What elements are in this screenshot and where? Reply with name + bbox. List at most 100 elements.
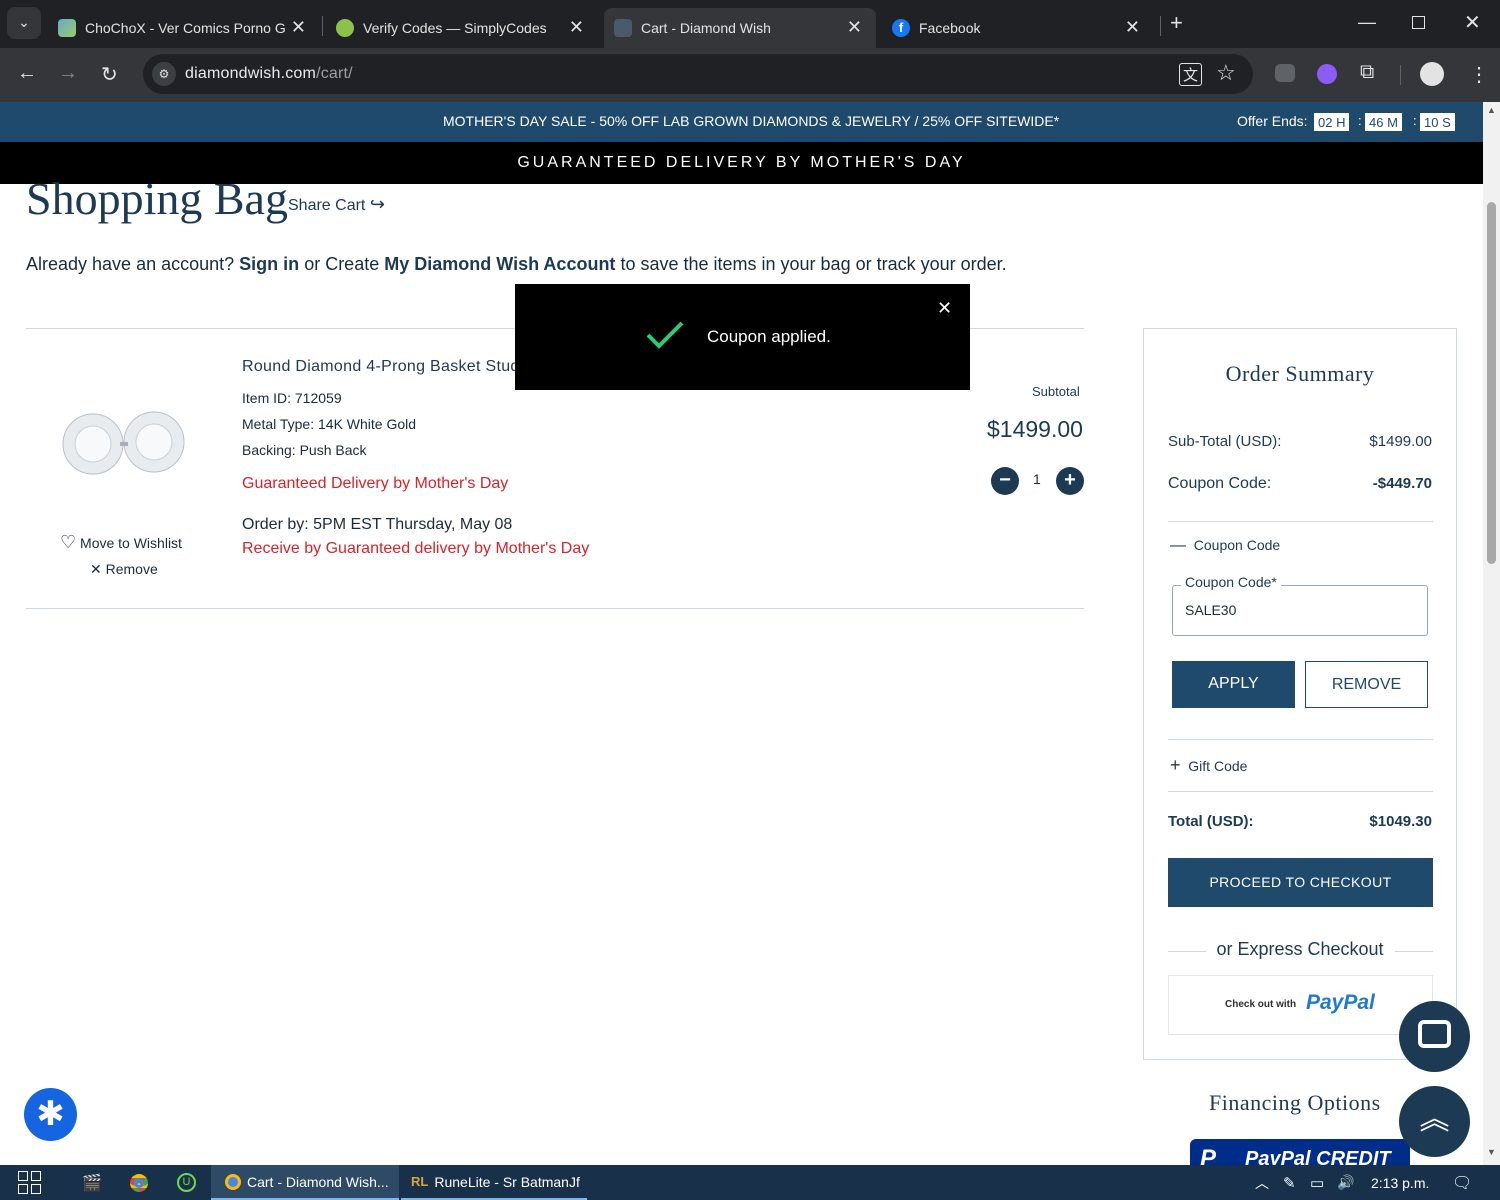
coupon-field-value[interactable]: SALE30 [1185,602,1236,618]
tab-facebook[interactable]: f Facebook ✕ [882,8,1154,48]
clock-time[interactable]: 2:13 p.m. [1371,1165,1429,1200]
bookmark-star-icon[interactable]: ☆ [1216,60,1236,86]
countdown-hours: 02 H [1313,112,1351,132]
share-cart-label: Share Cart [288,197,366,214]
address-bar[interactable]: ⚙ diamondwish.com/cart/ 文 ☆ [143,54,1253,94]
coupon-input-box[interactable]: Coupon Code* SALE30 [1172,574,1428,636]
scroll-up-arrow-icon[interactable]: ▲ [1487,105,1496,115]
url-path: /cart/ [316,65,353,82]
close-tab-icon[interactable]: ✕ [847,17,862,38]
quantity-value[interactable]: 1 [1033,471,1041,487]
page-scrollbar[interactable]: ▲ ▼ [1483,102,1500,1165]
close-toast-icon[interactable]: ✕ [937,298,952,319]
paypal-checkout-button[interactable]: Check out with PayPal [1168,975,1433,1035]
page-content: MOTHER'S DAY SALE - 50% OFF LAB GROWN DI… [0,102,1483,1165]
site-info-icon[interactable]: ⚙ [152,62,176,86]
sign-in-link[interactable]: Sign in [239,254,299,274]
express-divider-right [1395,951,1433,952]
subtotal-label: Sub-Total (USD): [1168,433,1282,450]
tab-divider [322,16,323,36]
os-taskbar: 🎬 U Cart - Diamond Wish... RL RuneLite -… [0,1165,1500,1200]
taskbar-item-chrome[interactable]: Cart - Diamond Wish... [211,1165,399,1200]
decrease-quantity-button[interactable]: − [991,467,1019,495]
coupon-field-label: Coupon Code* [1181,574,1281,590]
close-icon: ✕ [90,561,102,577]
chrome-icon [225,1173,241,1190]
forward-arrow-icon[interactable]: → [58,62,78,85]
countdown-separator: : [1358,113,1362,128]
increase-quantity-button[interactable]: + [1056,467,1084,495]
product-name-link[interactable]: Round Diamond 4-Prong Basket Stud [242,358,520,376]
coupon-section-toggle[interactable]: — Coupon Code [1170,537,1280,555]
tab-chochox[interactable]: ChoChoX - Ver Comics Porno G ✕ [48,8,320,48]
facebook-favicon-icon: f [892,19,910,37]
tab-search-button[interactable]: ⌄ [7,7,41,39]
remove-coupon-button[interactable]: REMOVE [1305,661,1428,708]
countdown-seconds: 10 S [1419,112,1456,132]
upwork-app-icon[interactable]: U [177,1165,196,1200]
minimize-window-icon[interactable]: — [1358,12,1376,33]
plus-icon: + [1170,755,1181,775]
close-window-icon[interactable]: ✕ [1464,10,1481,35]
browser-menu-icon[interactable]: ⋮ [1469,62,1489,87]
extensions-puzzle-icon[interactable]: ⧉ [1360,61,1374,84]
toolbar-divider [1400,65,1401,85]
proceed-to-checkout-button[interactable]: PROCEED TO CHECKOUT [1168,858,1433,907]
move-to-wishlist-button[interactable]: ♡ Move to Wishlist [60,532,182,553]
back-arrow-icon[interactable]: ← [17,62,37,85]
runelite-icon: RL [411,1174,429,1189]
scrollbar-thumb[interactable] [1487,202,1496,564]
chrome-app-icon[interactable] [130,1165,148,1200]
remove-item-button[interactable]: ✕ Remove [90,561,158,578]
total-label: Total (USD): [1168,813,1254,830]
coupon-discount-value: -$449.70 [1372,475,1432,492]
promo-message[interactable]: MOTHER'S DAY SALE - 50% OFF LAB GROWN DI… [443,113,1059,129]
share-cart-link[interactable]: Share Cart ↪ [288,194,385,215]
subtotal-value: $1499.00 [1369,433,1432,450]
express-checkout-label: or Express Checkout [1216,939,1384,959]
tab-title: Facebook [919,20,981,36]
tab-title: ChoChoX - Ver Comics Porno G [85,20,286,36]
close-tab-icon[interactable]: ✕ [1125,17,1140,38]
simplycodes-favicon-icon [336,19,354,37]
accessibility-button[interactable]: ✱ [24,1088,77,1141]
diamondwish-favicon-icon [614,19,632,37]
new-tab-icon[interactable]: + [1170,10,1183,36]
pen-tray-icon[interactable]: ✎ [1283,1165,1296,1200]
tab-simplycodes[interactable]: Verify Codes — SimplyCodes ✕ [326,8,598,48]
reload-icon[interactable]: ↻ [101,62,118,87]
gift-code-toggle[interactable]: + Gift Code [1170,755,1247,776]
notifications-icon[interactable]: 🗨 [1452,1165,1472,1200]
taskbar-item-runelite[interactable]: RL RuneLite - Sr BatmanJf [401,1165,587,1200]
extension-icon[interactable] [1275,64,1295,82]
subtotal-label: Subtotal [1032,384,1080,399]
volume-icon[interactable]: 🔊 [1337,1165,1354,1200]
account-prompt: Already have an account? Sign in or Crea… [26,254,1007,275]
paypal-credit-banner[interactable]: P PayPal CREDIT [1190,1139,1410,1165]
url-domain: diamondwish.com [185,65,317,82]
scroll-down-arrow-icon[interactable]: ▼ [1487,1147,1496,1157]
product-image[interactable] [58,402,193,487]
network-icon[interactable]: ▭ [1310,1165,1324,1200]
clapperboard-app-icon[interactable]: 🎬 [82,1165,102,1200]
chat-button[interactable] [1399,1001,1470,1072]
create-account-link[interactable]: My Diamond Wish Account [384,254,615,274]
close-tab-icon[interactable]: ✕ [291,17,306,38]
translate-icon[interactable]: 文 [1179,63,1203,86]
close-tab-icon[interactable]: ✕ [569,17,584,38]
promo-banner[interactable]: MOTHER'S DAY SALE - 50% OFF LAB GROWN DI… [0,102,1483,142]
browser-tab-strip: ⌄ ChoChoX - Ver Comics Porno G ✕ Verify … [0,0,1500,48]
purple-extension-icon[interactable] [1317,64,1337,84]
tab-diamond-wish[interactable]: Cart - Diamond Wish ✕ [604,8,876,48]
url-text[interactable]: diamondwish.com/cart/ [185,65,353,83]
tab-title: Cart - Diamond Wish [641,20,771,36]
coupon-section-label: Coupon Code [1193,537,1281,553]
financing-options-title: Financing Options [1209,1090,1381,1115]
profile-avatar[interactable] [1420,62,1444,86]
scroll-to-top-button[interactable]: ︽ [1399,1086,1470,1157]
start-grid-icon[interactable] [18,1165,41,1200]
apply-coupon-button[interactable]: APPLY [1172,661,1295,708]
tray-chevron-up-icon[interactable]: ︿ [1255,1165,1269,1200]
paypal-credit-label: PayPal CREDIT [1245,1148,1391,1165]
restore-window-icon[interactable] [1412,16,1425,29]
